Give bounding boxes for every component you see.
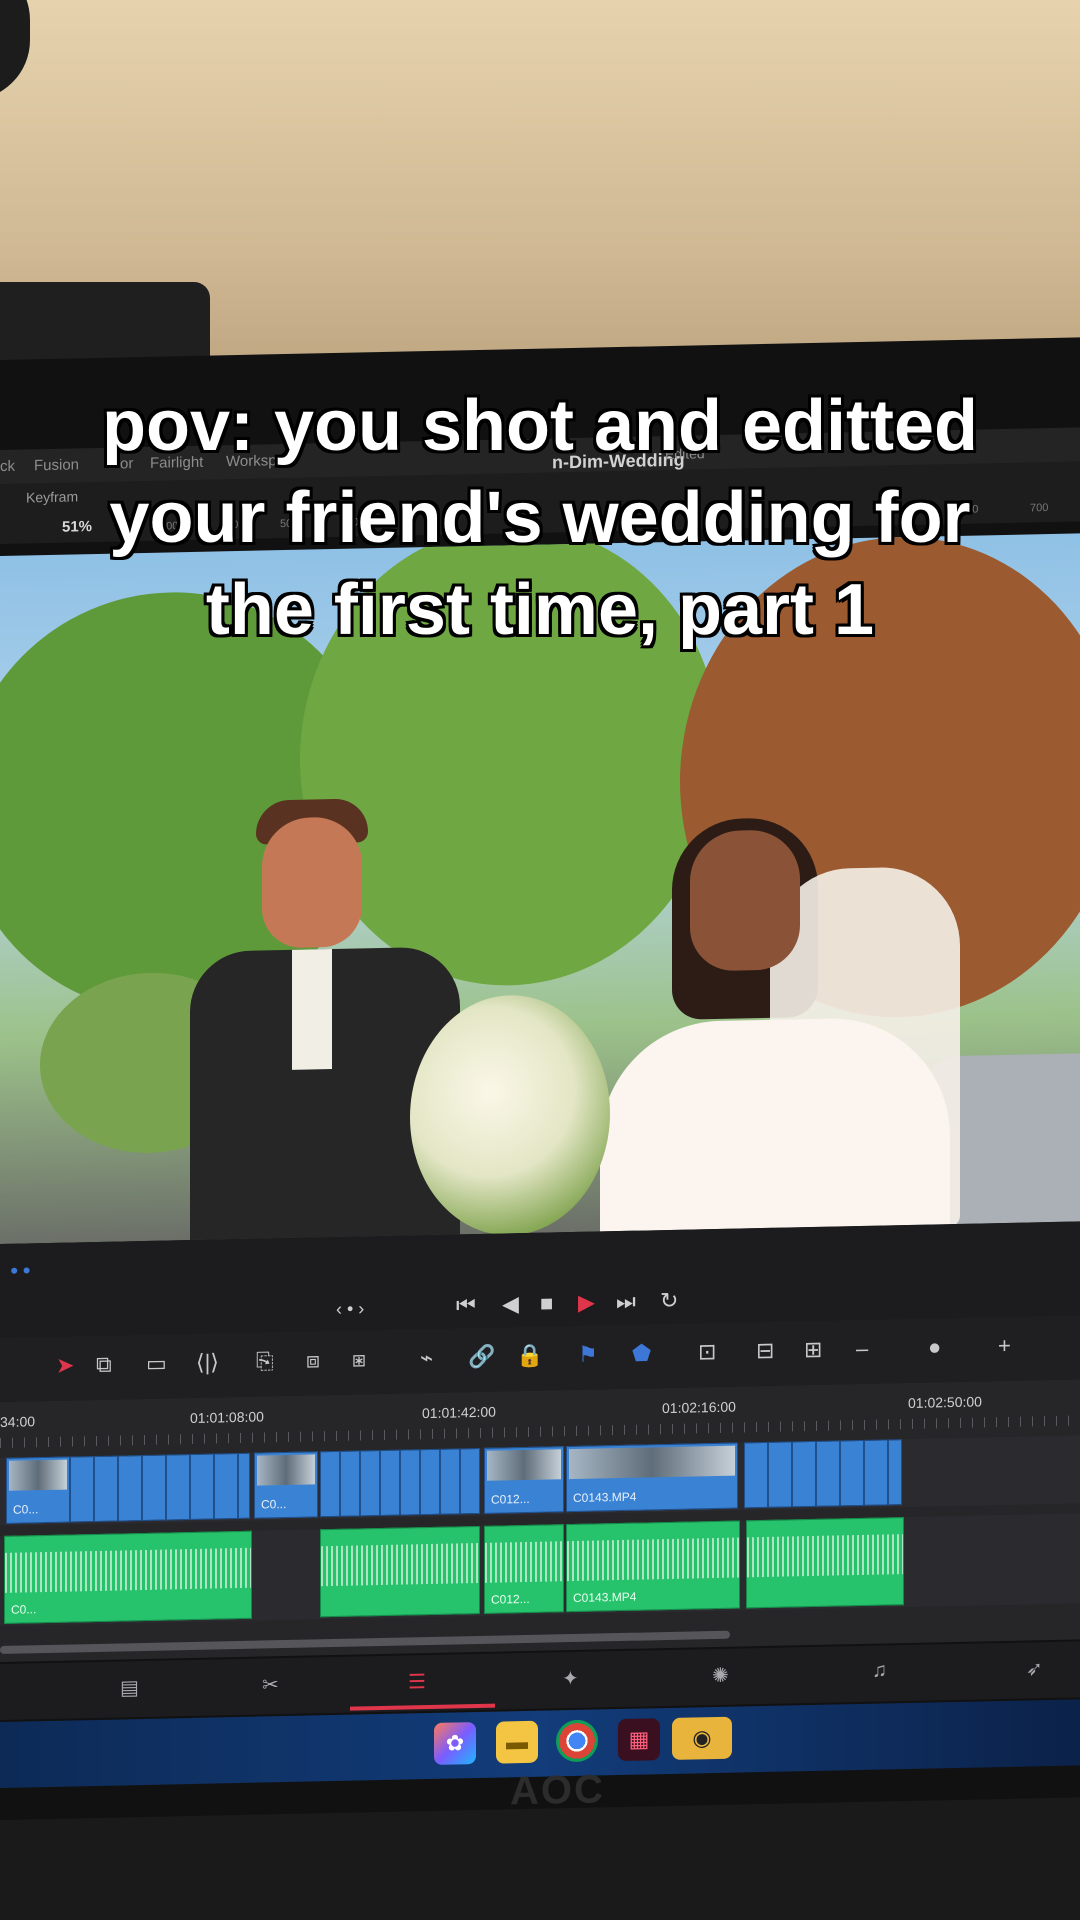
caption-line: pov: you shot and editted [102, 386, 978, 466]
file-explorer-icon[interactable]: ▬ [496, 1720, 538, 1764]
marker-icon[interactable]: ⬟ [632, 1340, 651, 1366]
app-icon[interactable]: ▦ [618, 1718, 660, 1762]
zoom-custom-icon[interactable]: ⊞ [804, 1337, 822, 1363]
play-reverse-button[interactable]: ◀ [502, 1291, 519, 1317]
active-page-indicator [350, 1703, 495, 1711]
timecode-label: 01:02:16:00 [662, 1398, 736, 1417]
zoom-out-icon[interactable]: – [856, 1336, 868, 1362]
groom-shirt [292, 949, 332, 1070]
video-clip[interactable]: C0... [254, 1451, 318, 1519]
bouquet [410, 993, 610, 1238]
selection-tool-icon[interactable]: ➤ [56, 1352, 74, 1378]
audio-clip[interactable] [746, 1517, 904, 1609]
go-to-end-button[interactable]: ⏭ [616, 1289, 636, 1315]
video-clip[interactable] [320, 1447, 480, 1518]
flag-icon[interactable]: ⚑ [578, 1341, 598, 1367]
timecode-label: 01:01:08:00 [190, 1408, 264, 1427]
marker-dots: ● ● [10, 1261, 31, 1278]
zoom-in-icon[interactable]: + [998, 1333, 1011, 1359]
color-page-icon[interactable]: ✺ [712, 1663, 729, 1688]
groom-face [262, 816, 362, 949]
trim-tool-icon[interactable]: ⧉ [96, 1352, 112, 1378]
audio-clip[interactable]: C0... [4, 1530, 252, 1624]
loop-button[interactable]: ↻ [660, 1288, 678, 1314]
link-icon[interactable]: 🔗 [468, 1344, 495, 1371]
timecode-label: 34:00 [0, 1413, 36, 1430]
video-clip[interactable]: C0143.MP4 [566, 1442, 738, 1513]
video-clip[interactable] [70, 1452, 250, 1523]
timecode-label: 01:01:42:00 [422, 1403, 496, 1422]
jog-control[interactable]: ‹ • › [336, 1298, 364, 1320]
play-button[interactable]: ▶ [578, 1290, 595, 1316]
blade-tool-icon[interactable]: ▭ [146, 1351, 167, 1377]
zoom-detail-icon[interactable]: ⊟ [756, 1338, 774, 1364]
caption-line: your friend's wedding for [109, 478, 971, 558]
cut-page-icon[interactable]: ✂ [262, 1672, 279, 1697]
speaker [0, 0, 30, 100]
insert-clip-icon[interactable]: ⎘ [256, 1348, 274, 1374]
caption-line: the first time, part 1 [205, 570, 875, 650]
fusion-page-icon[interactable]: ✦ [562, 1666, 579, 1691]
davinci-resolve-icon[interactable]: ◉ [672, 1716, 732, 1760]
replace-clip-icon[interactable]: ⧆ [352, 1346, 366, 1372]
snapping-icon[interactable]: ⌁ [420, 1345, 433, 1371]
monitor-brand-logo: AOC [510, 1767, 605, 1814]
audio-clip[interactable] [320, 1525, 480, 1618]
dynamic-trim-icon[interactable]: ⟨|⟩ [196, 1349, 219, 1375]
audio-clip[interactable]: C0143.MP4 [566, 1520, 740, 1613]
fairlight-page-icon[interactable]: ♫ [872, 1659, 887, 1682]
timeline[interactable]: 34:00 01:01:08:00 01:01:42:00 01:02:16:0… [0, 1379, 1080, 1662]
stop-button[interactable]: ■ [540, 1290, 553, 1316]
deliver-page-icon[interactable]: ➶ [1026, 1656, 1043, 1681]
video-caption: pov: you shot and editted your friend's … [0, 380, 1080, 656]
bride-dress [600, 1016, 950, 1244]
video-clip[interactable]: C0... [6, 1456, 70, 1524]
chrome-icon[interactable] [556, 1719, 598, 1763]
zoom-slider-thumb[interactable]: ● [928, 1334, 941, 1360]
timecode-label: 01:02:50:00 [908, 1393, 982, 1411]
lock-icon[interactable]: 🔒 [516, 1343, 543, 1370]
copilot-icon[interactable]: ✿ [434, 1722, 476, 1765]
video-clip[interactable]: C012... [484, 1446, 564, 1514]
overwrite-clip-icon[interactable]: ⧈ [306, 1347, 320, 1373]
audio-track: C0... C012... C0143.MP4 [0, 1513, 1080, 1626]
bride-face [690, 829, 800, 972]
media-page-icon[interactable]: ▤ [120, 1675, 139, 1700]
audio-clip[interactable]: C012... [484, 1524, 564, 1614]
zoom-full-icon[interactable]: ⊡ [698, 1339, 716, 1365]
video-track: C0... C0... C012... C0143.MP4 [0, 1435, 1080, 1526]
edit-page-icon[interactable]: ☰ [408, 1669, 426, 1694]
go-to-start-button[interactable]: ⏮ [456, 1292, 476, 1318]
video-clip[interactable] [744, 1439, 902, 1509]
